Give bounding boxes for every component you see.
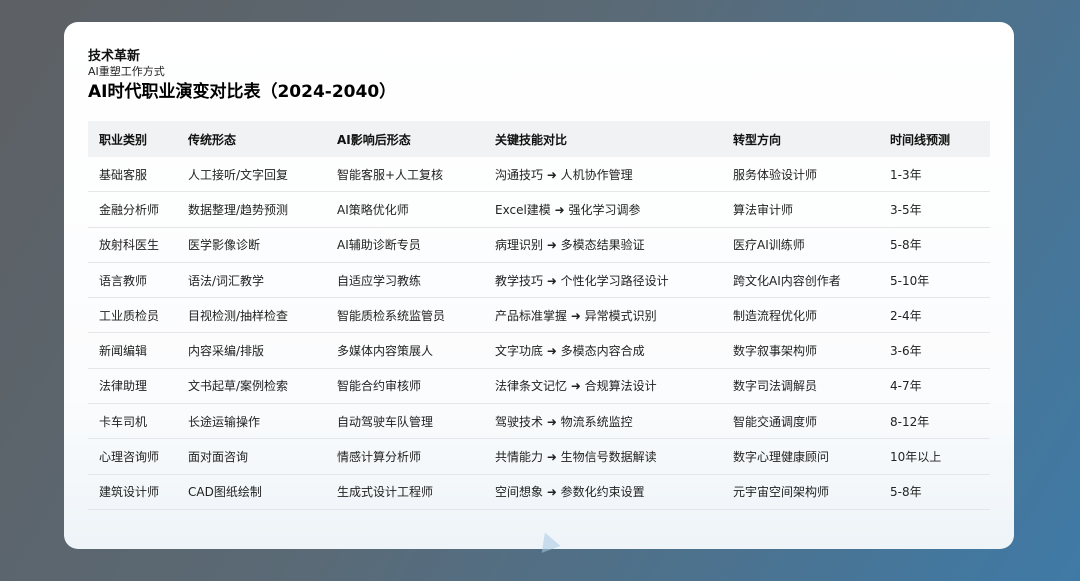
- occupation-cell: 心理咨询师: [99, 450, 160, 465]
- table-row: 工业质检员 目视检测/抽样检查 智能质检系统监管员 产品标准掌握 ➜ 异常模式识别 制造…: [88, 298, 990, 334]
- content-card: 技术革新 AI重塑工作方式 AI时代职业演变对比表（2024-2040） 职业类…: [64, 22, 1014, 549]
- timeline-cell: 3-5年: [890, 202, 922, 217]
- timeline-cell: 1-3年: [890, 167, 922, 182]
- table-row: 法律助理 文书起草/案例检索 智能合约审核师 法律条文记忆 ➜ 合规算法设计 数字司法调…: [88, 369, 990, 405]
- traditional-cell: 面对面咨询: [188, 450, 249, 465]
- ai-form-cell: 自适应学习教练: [337, 273, 422, 288]
- ai-form-cell: 自动驾驶车队管理: [337, 414, 434, 429]
- table-row: 卡车司机 长途运输操作 自动驾驶车队管理 驾驶技术 ➜ 物流系统监控 智能交通调度师 8-…: [88, 404, 990, 440]
- timeline-cell: 5-8年: [890, 485, 922, 500]
- skills-cell: 沟通技巧 ➜ 人机协作管理: [495, 167, 633, 182]
- traditional-cell: 目视检测/抽样检查: [188, 308, 289, 323]
- table-row: 放射科医生 医学影像诊断 AI辅助诊断专员 病理识别 ➜ 多模态结果验证 医疗AI训练师…: [88, 228, 990, 263]
- skills-cell: 病理识别 ➜ 多模态结果验证: [495, 238, 645, 253]
- traditional-cell: 文书起草/案例检索: [188, 379, 289, 394]
- skills-cell: 空间想象 ➜ 参数化约束设置: [495, 485, 645, 500]
- skills-cell: 驾驶技术 ➜ 物流系统监控: [495, 414, 633, 429]
- table-row: 新闻编辑 内容采编/排版 多媒体内容策展人 文字功底 ➜ 多模态内容合成 数字叙事架构师…: [88, 333, 990, 369]
- table-row: 建筑设计师 CAD图纸绘制 生成式设计工程师 空间想象 ➜ 参数化约束设置 元宇宙空间架…: [88, 475, 990, 510]
- ai-form-cell: 智能合约审核师: [337, 379, 422, 394]
- table-body: 基础客服 人工接听/文字回复 智能客服+人工复核 沟通技巧 ➜ 人机协作管理 服务体验设…: [88, 157, 990, 510]
- occupation-cell: 建筑设计师: [99, 485, 160, 500]
- table-row: 金融分析师 数据整理/趋势预测 AI策略优化师 Excel建模 ➜ 强化学习调参 算法审…: [88, 192, 990, 228]
- table-header-row: 职业类别 传统形态 AI影响后形态 关键技能对比 转型方向 时间线预测: [88, 121, 990, 157]
- ai-form-cell: 生成式设计工程师: [337, 485, 434, 500]
- occupation-cell: 新闻编辑: [99, 344, 148, 359]
- skills-cell: 法律条文记忆 ➜ 合规算法设计: [495, 379, 657, 394]
- direction-cell: 数字司法调解员: [733, 379, 818, 394]
- table-row: 基础客服 人工接听/文字回复 智能客服+人工复核 沟通技巧 ➜ 人机协作管理 服务体验设…: [88, 157, 990, 193]
- skills-cell: 教学技巧 ➜ 个性化学习路径设计: [495, 273, 669, 288]
- traditional-cell: 内容采编/排版: [188, 344, 265, 359]
- traditional-cell: 长途运输操作: [188, 414, 261, 429]
- skills-cell: 文字功底 ➜ 多模态内容合成: [495, 344, 645, 359]
- occupation-cell: 放射科医生: [99, 238, 160, 253]
- ai-form-cell: 情感计算分析师: [337, 450, 422, 465]
- direction-cell: 元宇宙空间架构师: [733, 485, 830, 500]
- timeline-cell: 5-8年: [890, 238, 922, 253]
- occupation-cell: 工业质检员: [99, 308, 160, 323]
- column-header-ai-form: AI影响后形态: [337, 132, 411, 147]
- column-header-timeline: 时间线预测: [890, 132, 951, 147]
- timeline-cell: 4-7年: [890, 379, 922, 394]
- direction-cell: 服务体验设计师: [733, 167, 818, 182]
- ai-form-cell: 智能客服+人工复核: [337, 167, 444, 182]
- direction-cell: 数字心理健康顾问: [733, 450, 830, 465]
- column-header-traditional: 传统形态: [188, 132, 237, 147]
- page-title: AI时代职业演变对比表（2024-2040）: [88, 82, 397, 102]
- occupation-cell: 法律助理: [99, 379, 148, 394]
- occupation-cell: 卡车司机: [99, 414, 148, 429]
- direction-cell: 算法审计师: [733, 202, 794, 217]
- timeline-cell: 5-10年: [890, 273, 930, 288]
- column-header-occupation: 职业类别: [99, 132, 148, 147]
- direction-cell: 跨文化AI内容创作者: [733, 273, 841, 288]
- timeline-cell: 10年以上: [890, 450, 942, 465]
- column-header-direction: 转型方向: [733, 132, 782, 147]
- traditional-cell: 数据整理/趋势预测: [188, 202, 289, 217]
- traditional-cell: 人工接听/文字回复: [188, 167, 289, 182]
- direction-cell: 数字叙事架构师: [733, 344, 818, 359]
- table-row: 语言教师 语法/词汇教学 自适应学习教练 教学技巧 ➜ 个性化学习路径设计 跨文化AI内…: [88, 263, 990, 299]
- direction-cell: 医疗AI训练师: [733, 238, 805, 253]
- ai-form-cell: AI辅助诊断专员: [337, 238, 421, 253]
- occupation-cell: 基础客服: [99, 167, 148, 182]
- timeline-cell: 8-12年: [890, 414, 930, 429]
- table-row: 心理咨询师 面对面咨询 情感计算分析师 共情能力 ➜ 生物信号数据解读 数字心理健康顾问…: [88, 439, 990, 475]
- brand-label: 技术革新: [88, 49, 141, 64]
- traditional-cell: 语法/词汇教学: [188, 273, 265, 288]
- timeline-cell: 3-6年: [890, 344, 922, 359]
- ai-form-cell: AI策略优化师: [337, 202, 409, 217]
- skills-cell: Excel建模 ➜ 强化学习调参: [495, 202, 641, 217]
- ai-form-cell: 多媒体内容策展人: [337, 344, 434, 359]
- page-subtitle: AI重塑工作方式: [88, 65, 165, 78]
- ai-form-cell: 智能质检系统监管员: [337, 308, 446, 323]
- direction-cell: 制造流程优化师: [733, 308, 818, 323]
- timeline-cell: 2-4年: [890, 308, 922, 323]
- direction-cell: 智能交通调度师: [733, 414, 818, 429]
- skills-cell: 共情能力 ➜ 生物信号数据解读: [495, 450, 657, 465]
- traditional-cell: 医学影像诊断: [188, 238, 261, 253]
- comparison-table: 职业类别 传统形态 AI影响后形态 关键技能对比 转型方向 时间线预测 基础客服…: [88, 121, 990, 510]
- traditional-cell: CAD图纸绘制: [188, 485, 262, 500]
- occupation-cell: 金融分析师: [99, 202, 160, 217]
- occupation-cell: 语言教师: [99, 273, 148, 288]
- skills-cell: 产品标准掌握 ➜ 异常模式识别: [495, 308, 657, 323]
- column-header-skills: 关键技能对比: [495, 132, 568, 147]
